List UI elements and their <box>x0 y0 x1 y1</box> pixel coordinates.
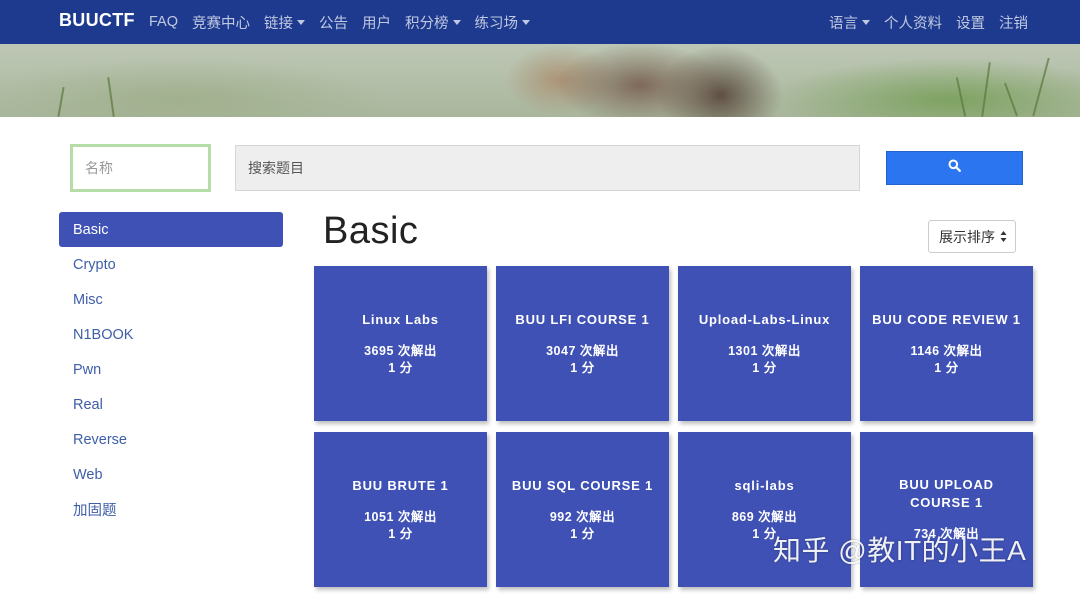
caret-down-icon <box>522 19 531 25</box>
nav-link-right-0[interactable]: 语言 <box>829 12 870 33</box>
watermark-text: 知乎 @教IT的小王A <box>773 535 1027 566</box>
challenge-title: BUU BRUTE 1 <box>352 477 449 493</box>
top-navbar: BUUCTF FAQ 竞赛中心 链接 公告 用户 积分榜 练习场 语言 个人资料 设置 注销 <box>0 0 1080 44</box>
challenge-title: BUU UPLOAD COURSE 1 <box>899 477 994 510</box>
nav-link-left-0[interactable]: FAQ <box>149 14 178 30</box>
nav-left-group: FAQ 竞赛中心 链接 公告 用户 积分榜 练习场 <box>149 0 531 44</box>
sidebar-item-reverse[interactable]: Reverse <box>59 422 283 457</box>
sidebar-item-basic[interactable]: Basic <box>59 212 283 247</box>
nav-link-left-6[interactable]: 练习场 <box>475 12 531 33</box>
sidebar-item-misc[interactable]: Misc <box>59 282 283 317</box>
nav-link-left-5[interactable]: 积分榜 <box>405 12 461 33</box>
nav-link-left-4[interactable]: 用户 <box>362 12 391 33</box>
challenge-title: Linux Labs <box>362 311 439 327</box>
nav-link-label: 链接 <box>264 15 294 32</box>
challenge-title: BUU CODE REVIEW 1 <box>872 311 1021 327</box>
nav-link-right-1[interactable]: 个人资料 <box>884 12 942 33</box>
category-sidebar: Basic Crypto Misc N1BOOK Pwn Real Reverse Web 加固… <box>59 212 283 527</box>
nav-link-label: 竞赛中心 <box>192 15 251 32</box>
nav-link-label: 注销 <box>999 15 1028 32</box>
caret-down-icon <box>862 19 870 25</box>
nav-link-left-1[interactable]: 竞赛中心 <box>192 12 250 33</box>
name-filter-input[interactable] <box>70 144 211 192</box>
nav-link-left-3[interactable]: 公告 <box>319 12 348 33</box>
nav-link-label: 设置 <box>956 15 985 32</box>
challenge-solves: 3695 次解出 <box>364 343 437 358</box>
nav-link-label: 练习场 <box>474 15 519 32</box>
nav-link-label: 积分榜 <box>405 15 449 32</box>
challenge-title: BUU SQL COURSE 1 <box>511 477 654 493</box>
nav-link-right-2[interactable]: 设置 <box>956 12 985 33</box>
search-icon <box>948 159 961 177</box>
sidebar-item-加固题[interactable]: 加固题 <box>59 492 283 527</box>
challenge-points: 1 分 <box>388 526 413 541</box>
brand-logo[interactable]: BUUCTF <box>59 10 135 31</box>
sidebar-item-web[interactable]: Web <box>59 457 283 492</box>
challenge-solves: 869 次解出 <box>731 509 798 524</box>
challenge-title: sqli-labs <box>734 477 795 493</box>
challenge-solves: 992 次解出 <box>549 509 616 524</box>
updown-caret-icon <box>1000 230 1007 246</box>
sort-select-label: 展示排序 <box>939 228 995 245</box>
sidebar-item-pwn[interactable]: Pwn <box>59 352 283 387</box>
caret-down-icon <box>297 19 306 25</box>
challenge-card[interactable]: BUU SQL COURSE 1 992 次解出 1 分 <box>496 432 669 587</box>
nav-link-label: 用户 <box>362 15 392 32</box>
category-title: Basic <box>323 210 419 252</box>
nav-link-left-2[interactable]: 链接 <box>264 12 306 33</box>
caret-down-icon <box>452 19 461 25</box>
nav-link-label: 个人资料 <box>884 15 942 32</box>
sidebar-item-crypto[interactable]: Crypto <box>59 247 283 282</box>
challenge-search-input[interactable] <box>235 145 860 191</box>
sidebar-item-n1book[interactable]: N1BOOK <box>59 317 283 352</box>
challenge-title: BUU LFI COURSE 1 <box>515 311 650 327</box>
sidebar-item-real[interactable]: Real <box>59 387 283 422</box>
search-button[interactable] <box>886 151 1023 185</box>
challenge-card[interactable]: Linux Labs 3695 次解出 1 分 <box>314 266 487 421</box>
challenge-card[interactable]: BUU CODE REVIEW 1 1146 次解出 1 分 <box>860 266 1033 421</box>
challenge-solves: 1301 次解出 <box>728 343 801 358</box>
challenge-solves: 1146 次解出 <box>910 343 983 358</box>
challenge-solves: 3047 次解出 <box>546 343 619 358</box>
nav-link-right-3[interactable]: 注销 <box>999 12 1028 33</box>
sort-select[interactable]: 展示排序 <box>928 220 1016 253</box>
challenge-points: 1 分 <box>570 526 595 541</box>
challenge-card[interactable]: BUU LFI COURSE 1 3047 次解出 1 分 <box>496 266 669 421</box>
challenge-title: Upload-Labs-Linux <box>698 311 831 327</box>
challenge-points: 1 分 <box>752 360 777 375</box>
challenge-card[interactable]: Upload-Labs-Linux 1301 次解出 1 分 <box>678 266 851 421</box>
nav-right-group: 语言 个人资料 设置 注销 <box>829 0 1028 44</box>
nav-link-label: FAQ <box>149 14 179 30</box>
challenge-solves: 1051 次解出 <box>364 509 437 524</box>
nav-link-label: 语言 <box>829 15 858 32</box>
challenge-points: 1 分 <box>570 360 595 375</box>
challenge-points: 1 分 <box>934 360 959 375</box>
challenge-card[interactable]: BUU BRUTE 1 1051 次解出 1 分 <box>314 432 487 587</box>
nav-link-label: 公告 <box>319 15 349 32</box>
challenge-points: 1 分 <box>388 360 413 375</box>
